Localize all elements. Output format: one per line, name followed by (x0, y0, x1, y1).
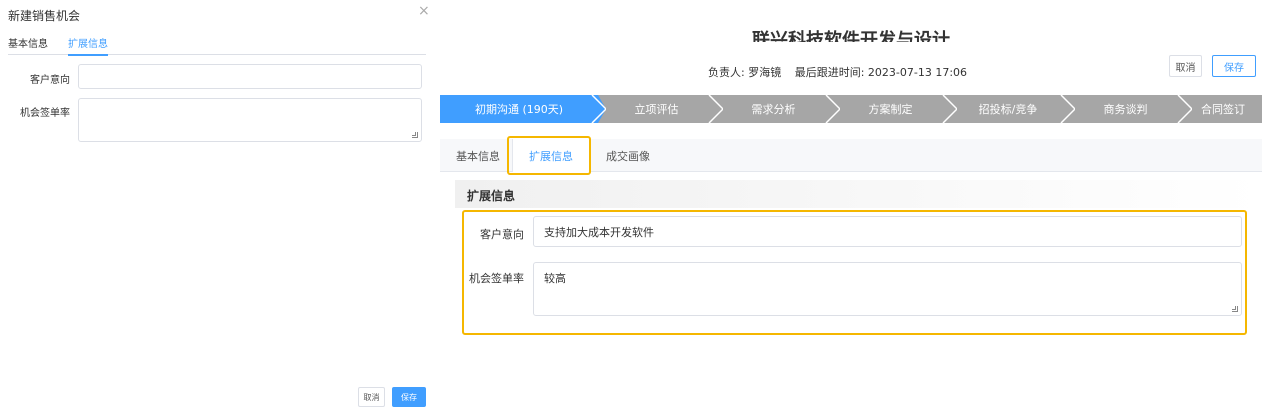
win-rate-textarea[interactable]: 较高 (533, 262, 1242, 316)
dialog-tab-basic-info[interactable]: 基本信息 (8, 35, 48, 54)
chevron-right-icon (1177, 95, 1192, 123)
section-title: 扩展信息 (467, 189, 516, 203)
owner-text: 负责人: 罗海镜 (708, 66, 782, 79)
customer-intent-input[interactable]: 支持加大成本开发软件 (533, 216, 1242, 247)
chevron-right-icon (825, 95, 840, 123)
dialog-title: 新建销售机会 (8, 9, 81, 23)
last-follow-text: 最后跟进时间: 2023-07-13 17:06 (794, 66, 968, 79)
chevron-right-icon (942, 95, 957, 123)
dialog-cancel-button[interactable]: 取消 (358, 387, 385, 407)
resize-grip-icon[interactable] (1232, 306, 1238, 312)
close-icon[interactable]: × (418, 4, 430, 18)
stage-progress-bar: 初期沟通 (190天) 立项评估 需求分析 方案制定 招投标/竞争 商务谈判 合… (440, 95, 1262, 123)
stage-initial-contact[interactable]: 初期沟通 (190天) (440, 95, 598, 123)
opportunity-meta: 负责人: 罗海镜 最后跟进时间: 2023-07-13 17:06 (708, 64, 977, 80)
dialog-tabs: 基本信息 扩展信息 (8, 35, 426, 56)
win-rate-label: 机会签单率 (469, 272, 524, 285)
chevron-right-icon (1060, 95, 1075, 123)
stage-project-evaluation[interactable]: 立项评估 (598, 95, 715, 123)
dialog-win-rate-label: 机会签单率 (20, 108, 70, 119)
detail-tabs: 基本信息 扩展信息 成交画像 (440, 139, 1262, 172)
opportunity-detail-panel: 联兴科技软件开发与设计 负责人: 罗海镜 最后跟进时间: 2023-07-13 … (438, 30, 1264, 419)
tab-basic-info[interactable]: 基本信息 (456, 139, 500, 172)
tab-deal-profile[interactable]: 成交画像 (606, 139, 650, 172)
chevron-right-icon (590, 95, 606, 123)
stage-bidding[interactable]: 招投标/竞争 (949, 95, 1067, 123)
detail-cancel-button[interactable]: 取消 (1169, 55, 1202, 77)
stage-solution-design[interactable]: 方案制定 (832, 95, 949, 123)
dialog-customer-intent-input[interactable] (78, 64, 422, 89)
tab-extended-info[interactable]: 扩展信息 (512, 139, 590, 172)
resize-grip-icon[interactable] (412, 132, 418, 138)
detail-save-button[interactable]: 保存 (1212, 55, 1256, 77)
customer-intent-label: 客户意向 (480, 228, 524, 241)
stage-requirement-analysis[interactable]: 需求分析 (715, 95, 832, 123)
stage-contract-signing[interactable]: 合同签订 (1184, 95, 1262, 123)
dialog-save-button[interactable]: 保存 (392, 387, 426, 407)
dialog-tab-extended-info[interactable]: 扩展信息 (68, 35, 108, 56)
win-rate-value: 较高 (544, 272, 566, 285)
chevron-right-icon (708, 95, 723, 123)
opportunity-title: 联兴科技软件开发与设计 (752, 30, 950, 42)
stage-business-negotiation[interactable]: 商务谈判 (1067, 95, 1184, 123)
dialog-customer-intent-label: 客户意向 (30, 75, 70, 86)
dialog-win-rate-textarea[interactable] (78, 98, 422, 142)
new-opportunity-dialog: 新建销售机会 × 基本信息 扩展信息 客户意向 机会签单率 取消 保存 (0, 0, 438, 419)
section-header: 扩展信息 (455, 180, 1262, 208)
